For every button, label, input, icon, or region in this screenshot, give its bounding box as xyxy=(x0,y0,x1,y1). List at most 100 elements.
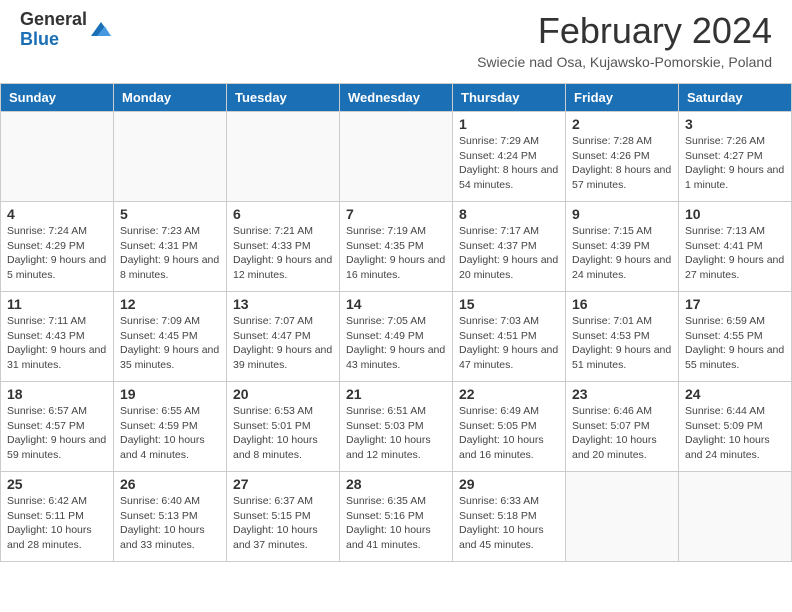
day-cell-7: 7 Sunrise: 7:19 AM Sunset: 4:35 PM Daylig… xyxy=(340,202,453,292)
day-cell-29: 29 Sunrise: 6:33 AM Sunset: 5:18 PM Dayli… xyxy=(453,472,566,562)
day-info: Sunrise: 6:37 AM Sunset: 5:15 PM Dayligh… xyxy=(233,494,333,553)
day-cell-8: 8 Sunrise: 7:17 AM Sunset: 4:37 PM Daylig… xyxy=(453,202,566,292)
day-number: 14 xyxy=(346,296,446,312)
day-cell-13: 13 Sunrise: 7:07 AM Sunset: 4:47 PM Dayli… xyxy=(227,292,340,382)
day-info: Sunrise: 6:33 AM Sunset: 5:18 PM Dayligh… xyxy=(459,494,559,553)
day-number: 5 xyxy=(120,206,220,222)
page-header: General Blue February 2024 Swiecie nad O… xyxy=(0,0,792,75)
day-number: 15 xyxy=(459,296,559,312)
logo-icon xyxy=(89,18,113,42)
day-number: 11 xyxy=(7,296,107,312)
day-cell-22: 22 Sunrise: 6:49 AM Sunset: 5:05 PM Dayli… xyxy=(453,382,566,472)
day-info: Sunrise: 6:53 AM Sunset: 5:01 PM Dayligh… xyxy=(233,404,333,463)
day-info: Sunrise: 7:24 AM Sunset: 4:29 PM Dayligh… xyxy=(7,224,107,283)
title-block: February 2024 Swiecie nad Osa, Kujawsko-… xyxy=(477,10,772,70)
day-number: 29 xyxy=(459,476,559,492)
day-info: Sunrise: 6:44 AM Sunset: 5:09 PM Dayligh… xyxy=(685,404,785,463)
day-number: 26 xyxy=(120,476,220,492)
col-header-thursday: Thursday xyxy=(453,84,566,112)
week-row-1: 1 Sunrise: 7:29 AM Sunset: 4:24 PM Daylig… xyxy=(1,112,792,202)
day-cell-2: 2 Sunrise: 7:28 AM Sunset: 4:26 PM Daylig… xyxy=(566,112,679,202)
day-number: 28 xyxy=(346,476,446,492)
day-info: Sunrise: 7:15 AM Sunset: 4:39 PM Dayligh… xyxy=(572,224,672,283)
day-cell-10: 10Sunrise: 7:13 AM Sunset: 4:41 PM Dayli… xyxy=(679,202,792,292)
day-info: Sunrise: 6:55 AM Sunset: 4:59 PM Dayligh… xyxy=(120,404,220,463)
day-number: 2 xyxy=(572,116,672,132)
empty-cell xyxy=(679,472,792,562)
day-cell-26: 26 Sunrise: 6:40 AM Sunset: 5:13 PM Dayli… xyxy=(114,472,227,562)
week-row-5: 25 Sunrise: 6:42 AM Sunset: 5:11 PM Dayli… xyxy=(1,472,792,562)
empty-cell xyxy=(340,112,453,202)
day-info: Sunrise: 7:01 AM Sunset: 4:53 PM Dayligh… xyxy=(572,314,672,373)
day-info: Sunrise: 6:49 AM Sunset: 5:05 PM Dayligh… xyxy=(459,404,559,463)
day-cell-24: 24 Sunrise: 6:44 AM Sunset: 5:09 PM Dayli… xyxy=(679,382,792,472)
day-cell-28: 28 Sunrise: 6:35 AM Sunset: 5:16 PM Dayli… xyxy=(340,472,453,562)
day-number: 1 xyxy=(459,116,559,132)
day-number: 17 xyxy=(685,296,785,312)
day-number: 19 xyxy=(120,386,220,402)
day-number: 16 xyxy=(572,296,672,312)
day-cell-6: 6Sunrise: 7:21 AM Sunset: 4:33 PM Daylig… xyxy=(227,202,340,292)
week-row-2: 4 Sunrise: 7:24 AM Sunset: 4:29 PM Daylig… xyxy=(1,202,792,292)
col-header-tuesday: Tuesday xyxy=(227,84,340,112)
day-number: 12 xyxy=(120,296,220,312)
col-header-saturday: Saturday xyxy=(679,84,792,112)
col-header-monday: Monday xyxy=(114,84,227,112)
day-info: Sunrise: 6:42 AM Sunset: 5:11 PM Dayligh… xyxy=(7,494,107,553)
subtitle: Swiecie nad Osa, Kujawsko-Pomorskie, Pol… xyxy=(477,54,772,70)
day-cell-1: 1 Sunrise: 7:29 AM Sunset: 4:24 PM Daylig… xyxy=(453,112,566,202)
main-title: February 2024 xyxy=(477,10,772,52)
logo: General Blue xyxy=(20,10,113,50)
logo-general: General xyxy=(20,10,87,30)
day-number: 18 xyxy=(7,386,107,402)
day-number: 24 xyxy=(685,386,785,402)
day-info: Sunrise: 6:46 AM Sunset: 5:07 PM Dayligh… xyxy=(572,404,672,463)
day-cell-20: 20 Sunrise: 6:53 AM Sunset: 5:01 PM Dayli… xyxy=(227,382,340,472)
day-cell-9: 9Sunrise: 7:15 AM Sunset: 4:39 PM Daylig… xyxy=(566,202,679,292)
day-info: Sunrise: 7:19 AM Sunset: 4:35 PM Dayligh… xyxy=(346,224,446,283)
day-number: 3 xyxy=(685,116,785,132)
empty-cell xyxy=(566,472,679,562)
day-info: Sunrise: 7:29 AM Sunset: 4:24 PM Dayligh… xyxy=(459,134,559,193)
day-info: Sunrise: 6:59 AM Sunset: 4:55 PM Dayligh… xyxy=(685,314,785,373)
day-cell-5: 5 Sunrise: 7:23 AM Sunset: 4:31 PM Daylig… xyxy=(114,202,227,292)
day-number: 27 xyxy=(233,476,333,492)
day-cell-14: 14Sunrise: 7:05 AM Sunset: 4:49 PM Dayli… xyxy=(340,292,453,382)
week-row-3: 11Sunrise: 7:11 AM Sunset: 4:43 PM Dayli… xyxy=(1,292,792,382)
day-info: Sunrise: 6:57 AM Sunset: 4:57 PM Dayligh… xyxy=(7,404,107,463)
day-info: Sunrise: 7:09 AM Sunset: 4:45 PM Dayligh… xyxy=(120,314,220,373)
day-info: Sunrise: 6:40 AM Sunset: 5:13 PM Dayligh… xyxy=(120,494,220,553)
day-info: Sunrise: 7:26 AM Sunset: 4:27 PM Dayligh… xyxy=(685,134,785,193)
day-number: 7 xyxy=(346,206,446,222)
day-cell-3: 3 Sunrise: 7:26 AM Sunset: 4:27 PM Daylig… xyxy=(679,112,792,202)
day-cell-25: 25 Sunrise: 6:42 AM Sunset: 5:11 PM Dayli… xyxy=(1,472,114,562)
logo-blue: Blue xyxy=(20,30,87,50)
day-cell-11: 11Sunrise: 7:11 AM Sunset: 4:43 PM Dayli… xyxy=(1,292,114,382)
day-number: 23 xyxy=(572,386,672,402)
day-info: Sunrise: 7:28 AM Sunset: 4:26 PM Dayligh… xyxy=(572,134,672,193)
week-row-4: 18 Sunrise: 6:57 AM Sunset: 4:57 PM Dayli… xyxy=(1,382,792,472)
empty-cell xyxy=(114,112,227,202)
day-info: Sunrise: 6:35 AM Sunset: 5:16 PM Dayligh… xyxy=(346,494,446,553)
day-info: Sunrise: 7:21 AM Sunset: 4:33 PM Dayligh… xyxy=(233,224,333,283)
day-info: Sunrise: 7:23 AM Sunset: 4:31 PM Dayligh… xyxy=(120,224,220,283)
day-number: 22 xyxy=(459,386,559,402)
day-cell-17: 17 Sunrise: 6:59 AM Sunset: 4:55 PM Dayli… xyxy=(679,292,792,382)
calendar-table: SundayMondayTuesdayWednesdayThursdayFrid… xyxy=(0,83,792,562)
day-info: Sunrise: 7:07 AM Sunset: 4:47 PM Dayligh… xyxy=(233,314,333,373)
day-number: 8 xyxy=(459,206,559,222)
day-number: 20 xyxy=(233,386,333,402)
day-number: 13 xyxy=(233,296,333,312)
day-cell-27: 27 Sunrise: 6:37 AM Sunset: 5:15 PM Dayli… xyxy=(227,472,340,562)
day-number: 4 xyxy=(7,206,107,222)
day-cell-21: 21Sunrise: 6:51 AM Sunset: 5:03 PM Dayli… xyxy=(340,382,453,472)
col-header-wednesday: Wednesday xyxy=(340,84,453,112)
day-cell-18: 18 Sunrise: 6:57 AM Sunset: 4:57 PM Dayli… xyxy=(1,382,114,472)
day-cell-12: 12 Sunrise: 7:09 AM Sunset: 4:45 PM Dayli… xyxy=(114,292,227,382)
day-info: Sunrise: 7:17 AM Sunset: 4:37 PM Dayligh… xyxy=(459,224,559,283)
day-cell-16: 16 Sunrise: 7:01 AM Sunset: 4:53 PM Dayli… xyxy=(566,292,679,382)
day-info: Sunrise: 6:51 AM Sunset: 5:03 PM Dayligh… xyxy=(346,404,446,463)
empty-cell xyxy=(1,112,114,202)
day-info: Sunrise: 7:13 AM Sunset: 4:41 PM Dayligh… xyxy=(685,224,785,283)
day-number: 25 xyxy=(7,476,107,492)
